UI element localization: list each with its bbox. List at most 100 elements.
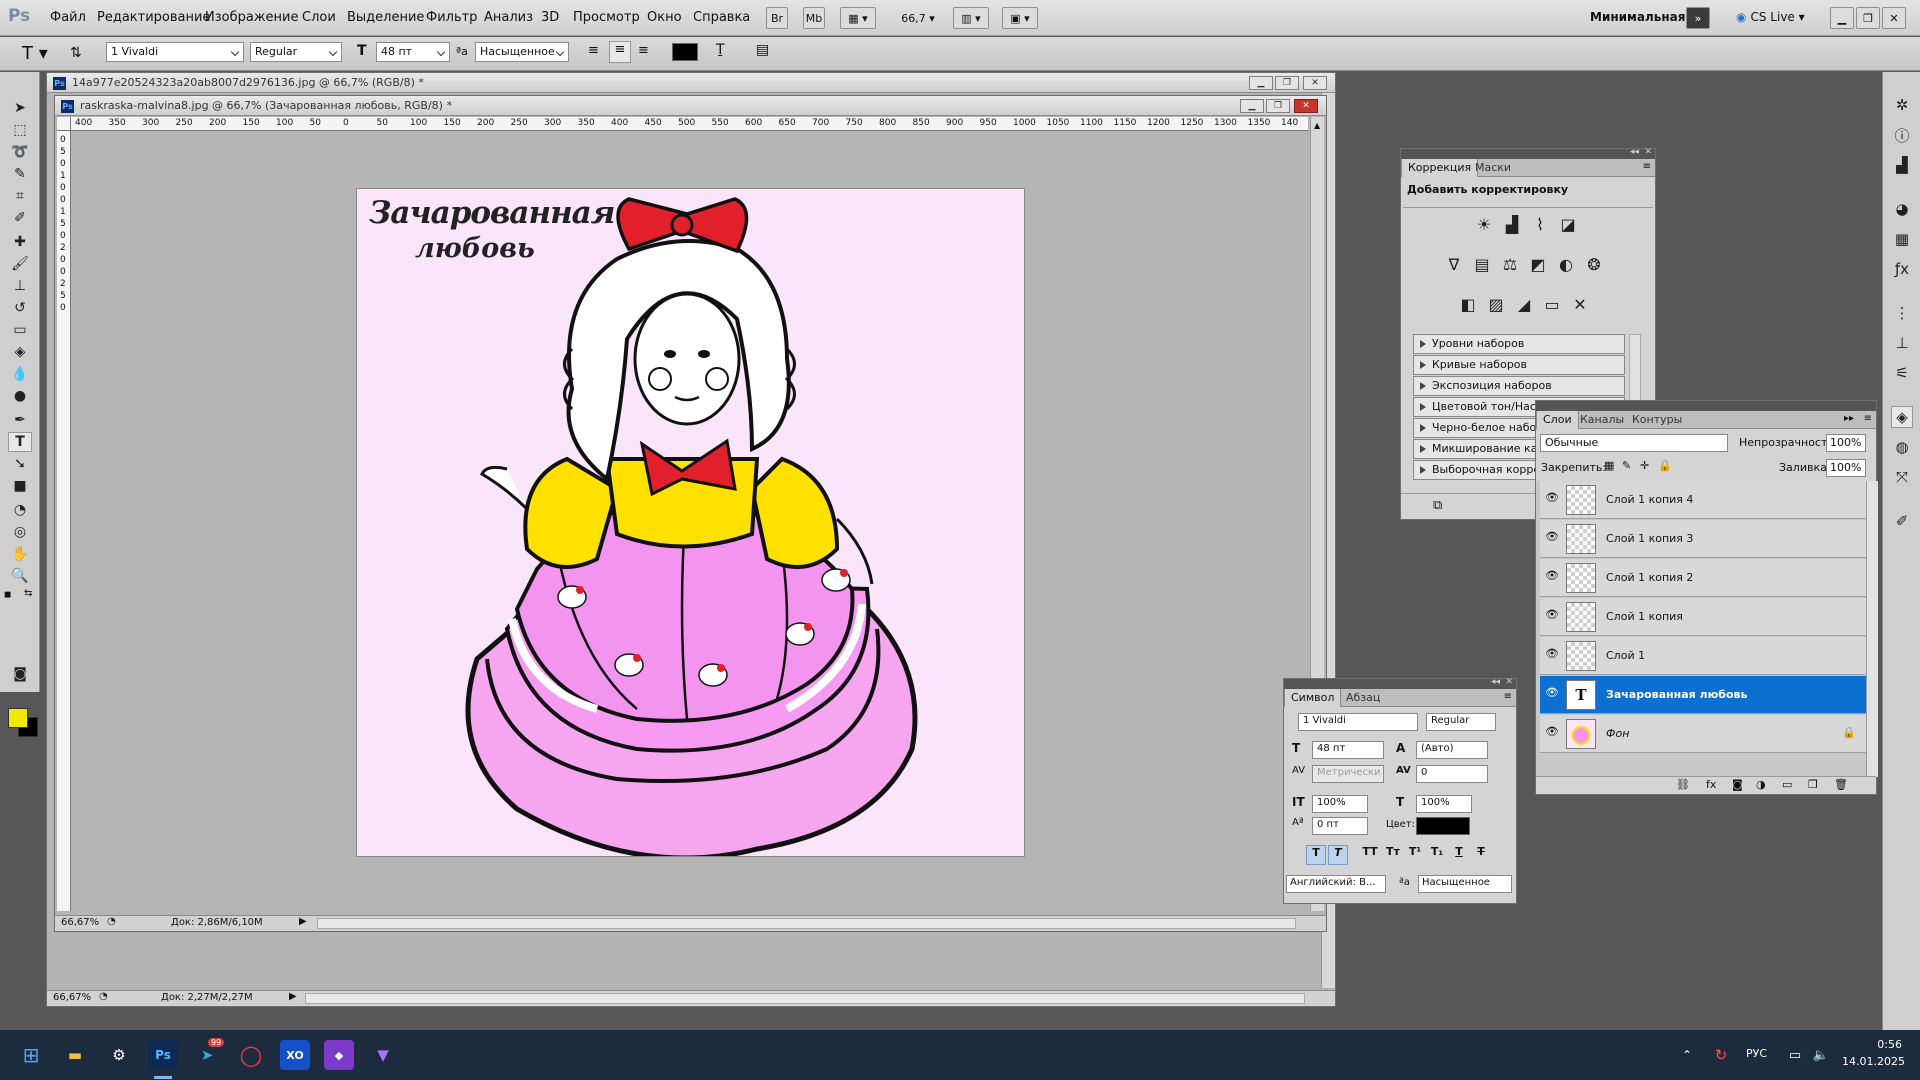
- histogram-icon[interactable]: ▟: [1891, 154, 1913, 176]
- black-white-icon[interactable]: ◩: [1527, 253, 1549, 275]
- cs-live-button[interactable]: ◉ CS Live ▾: [1736, 10, 1805, 24]
- screen-mode-button[interactable]: ▣ ▾: [1002, 7, 1038, 29]
- tab-character[interactable]: Символ: [1284, 689, 1342, 707]
- document-title-bar[interactable]: Ps raskraska-malvina8.jpg @ 66,7% (Зачаро…: [55, 96, 1326, 116]
- pen-tool-icon[interactable]: ✒: [8, 410, 32, 430]
- tab-masks[interactable]: Маски: [1469, 159, 1517, 177]
- text-color-swatch[interactable]: [672, 43, 698, 61]
- blend-mode-select[interactable]: Обычные: [1540, 434, 1728, 452]
- layer-name[interactable]: Слой 1 копия: [1606, 610, 1683, 623]
- align-left-icon[interactable]: ≡: [588, 43, 599, 58]
- character-vscale-field[interactable]: 100%: [1312, 795, 1368, 813]
- visibility-eye-icon[interactable]: 👁: [1544, 491, 1560, 507]
- type-tool-icon[interactable]: T: [8, 432, 32, 452]
- foreground-color-swatch[interactable]: [8, 708, 28, 728]
- steam-icon[interactable]: ⚙: [104, 1040, 134, 1070]
- bridge-button[interactable]: Br: [766, 7, 788, 29]
- clock-date[interactable]: 14.01.2025: [1842, 1055, 1905, 1068]
- zoom-readout[interactable]: 66,67%: [61, 917, 99, 928]
- hand-tool-icon[interactable]: ✋: [8, 544, 32, 564]
- exposure-icon[interactable]: ◪: [1557, 213, 1579, 235]
- app-restore-button[interactable]: ❐: [1856, 7, 1880, 29]
- lock-transparent-icon[interactable]: ▦: [1604, 459, 1614, 472]
- tray-sync-icon[interactable]: ↻: [1706, 1040, 1736, 1070]
- selective-color-icon[interactable]: ✕: [1569, 293, 1591, 315]
- zoom-level-select[interactable]: 66,7 ▾: [893, 7, 943, 29]
- doc-close-button[interactable]: ✕: [1294, 99, 1318, 113]
- visibility-eye-icon[interactable]: 👁: [1544, 569, 1560, 585]
- quick-mask-icon[interactable]: ◙: [8, 664, 32, 684]
- layers-scrollbar[interactable]: [1866, 481, 1878, 777]
- healing-brush-tool-icon[interactable]: ✚: [8, 232, 32, 252]
- eraser-tool-icon[interactable]: ▭: [8, 320, 32, 340]
- status-info-icon[interactable]: ◔: [99, 991, 108, 1002]
- menu-select[interactable]: Выделение: [347, 10, 424, 25]
- tray-chevron-icon[interactable]: ⌃: [1672, 1040, 1702, 1070]
- vertical-ruler[interactable]: 0 5 0 1 0 0 1 5 0 2 0 0 2 5 0: [57, 131, 71, 911]
- xo-app-icon[interactable]: XO: [280, 1040, 310, 1070]
- hue-saturation-icon[interactable]: ▤: [1471, 253, 1493, 275]
- history-brush-tool-icon[interactable]: ↺: [8, 298, 32, 318]
- character-size-field[interactable]: 48 пт: [1312, 741, 1384, 759]
- zoom-readout[interactable]: 66,67%: [53, 992, 91, 1003]
- lock-image-icon[interactable]: ✎: [1622, 459, 1631, 472]
- layer-name[interactable]: Слой 1 копия 2: [1606, 571, 1693, 584]
- visibility-eye-icon[interactable]: 👁: [1544, 686, 1560, 702]
- superscript-button[interactable]: T¹: [1404, 845, 1426, 865]
- document-title-bar[interactable]: Ps 14a977e20524323a20ab8007d2976136.jpg @…: [47, 73, 1335, 93]
- panel-close-icon[interactable]: ✕: [1644, 147, 1652, 157]
- zoom-tool-icon[interactable]: 🔍: [8, 566, 32, 586]
- default-colors-icon[interactable]: ◼: [4, 590, 11, 600]
- panel-menu-icon[interactable]: ≡: [1864, 413, 1872, 424]
- lock-position-icon[interactable]: ✛: [1640, 459, 1649, 472]
- arrange-documents-button[interactable]: ▥ ▾: [953, 7, 989, 29]
- new-layer-icon[interactable]: ❐: [1808, 778, 1818, 791]
- levels-icon[interactable]: ▟: [1501, 213, 1523, 235]
- swatches-icon[interactable]: ◕: [1891, 198, 1913, 220]
- underline-button[interactable]: T: [1448, 845, 1470, 865]
- channel-mixer-icon[interactable]: ❂: [1583, 253, 1605, 275]
- status-menu-arrow-icon[interactable]: ▶: [299, 916, 307, 927]
- language-indicator[interactable]: РУС: [1746, 1047, 1767, 1060]
- doc-minimize-button[interactable]: ▁: [1240, 99, 1264, 113]
- collapse-icon[interactable]: ▸▸: [1844, 413, 1854, 424]
- layers-dock-icon[interactable]: ◈: [1891, 406, 1913, 428]
- quick-select-tool-icon[interactable]: ✎: [8, 164, 32, 184]
- character-panel-toggle-icon[interactable]: ▤: [756, 42, 769, 58]
- layer-name[interactable]: Слой 1 копия 4: [1606, 493, 1693, 506]
- language-select[interactable]: Английский: В...: [1286, 875, 1386, 893]
- invert-icon[interactable]: ◧: [1457, 293, 1479, 315]
- brush-tool-icon[interactable]: 🖌: [8, 254, 32, 274]
- menu-analysis[interactable]: Анализ: [484, 10, 533, 25]
- marquee-tool-icon[interactable]: ⬚: [8, 120, 32, 140]
- clone-source-icon[interactable]: ⊥: [1891, 332, 1913, 354]
- move-tool-icon[interactable]: ➤: [8, 98, 32, 118]
- subscript-button[interactable]: T₁: [1426, 845, 1448, 865]
- tab-channels[interactable]: Каналы: [1574, 411, 1630, 429]
- vibrance-icon[interactable]: ∇: [1443, 253, 1465, 275]
- layer-style-icon[interactable]: fx: [1706, 778, 1716, 791]
- collapse-icon[interactable]: ◂◂: [1491, 677, 1500, 687]
- eyedropper-tool-icon[interactable]: ✐: [8, 208, 32, 228]
- font-family-select[interactable]: 1 Vivaldi: [106, 42, 244, 62]
- character-dock-icon[interactable]: ✐: [1891, 510, 1913, 532]
- panel-close-icon[interactable]: ✕: [1505, 677, 1513, 687]
- status-menu-arrow-icon[interactable]: ▶: [289, 991, 297, 1002]
- vpn-icon[interactable]: ▼: [368, 1040, 398, 1070]
- preset-curves[interactable]: Кривые наборов: [1413, 355, 1625, 375]
- doc-minimize-button[interactable]: ▁: [1249, 76, 1273, 90]
- paint-bucket-tool-icon[interactable]: ◈: [8, 342, 32, 362]
- layer-row[interactable]: 👁 Фон 🔒: [1540, 715, 1866, 753]
- layer-mask-icon[interactable]: ◙: [1732, 778, 1743, 791]
- visibility-eye-icon[interactable]: 👁: [1544, 725, 1560, 741]
- character-kerning-field[interactable]: Метрически: [1312, 765, 1384, 783]
- character-tracking-field[interactable]: 0: [1416, 765, 1488, 783]
- workspace-switcher[interactable]: Минимальная: [1590, 10, 1685, 24]
- menu-layers[interactable]: Слои: [302, 10, 336, 25]
- 3d-rotate-tool-icon[interactable]: ◔: [8, 500, 32, 520]
- visibility-eye-icon[interactable]: 👁: [1544, 608, 1560, 624]
- layer-row[interactable]: 👁 Слой 1 копия: [1540, 598, 1866, 636]
- file-explorer-icon[interactable]: ▬: [60, 1040, 90, 1070]
- layer-row[interactable]: 👁 Слой 1 копия 2: [1540, 559, 1866, 597]
- type-tool-preset-icon[interactable]: T ▾: [22, 43, 48, 64]
